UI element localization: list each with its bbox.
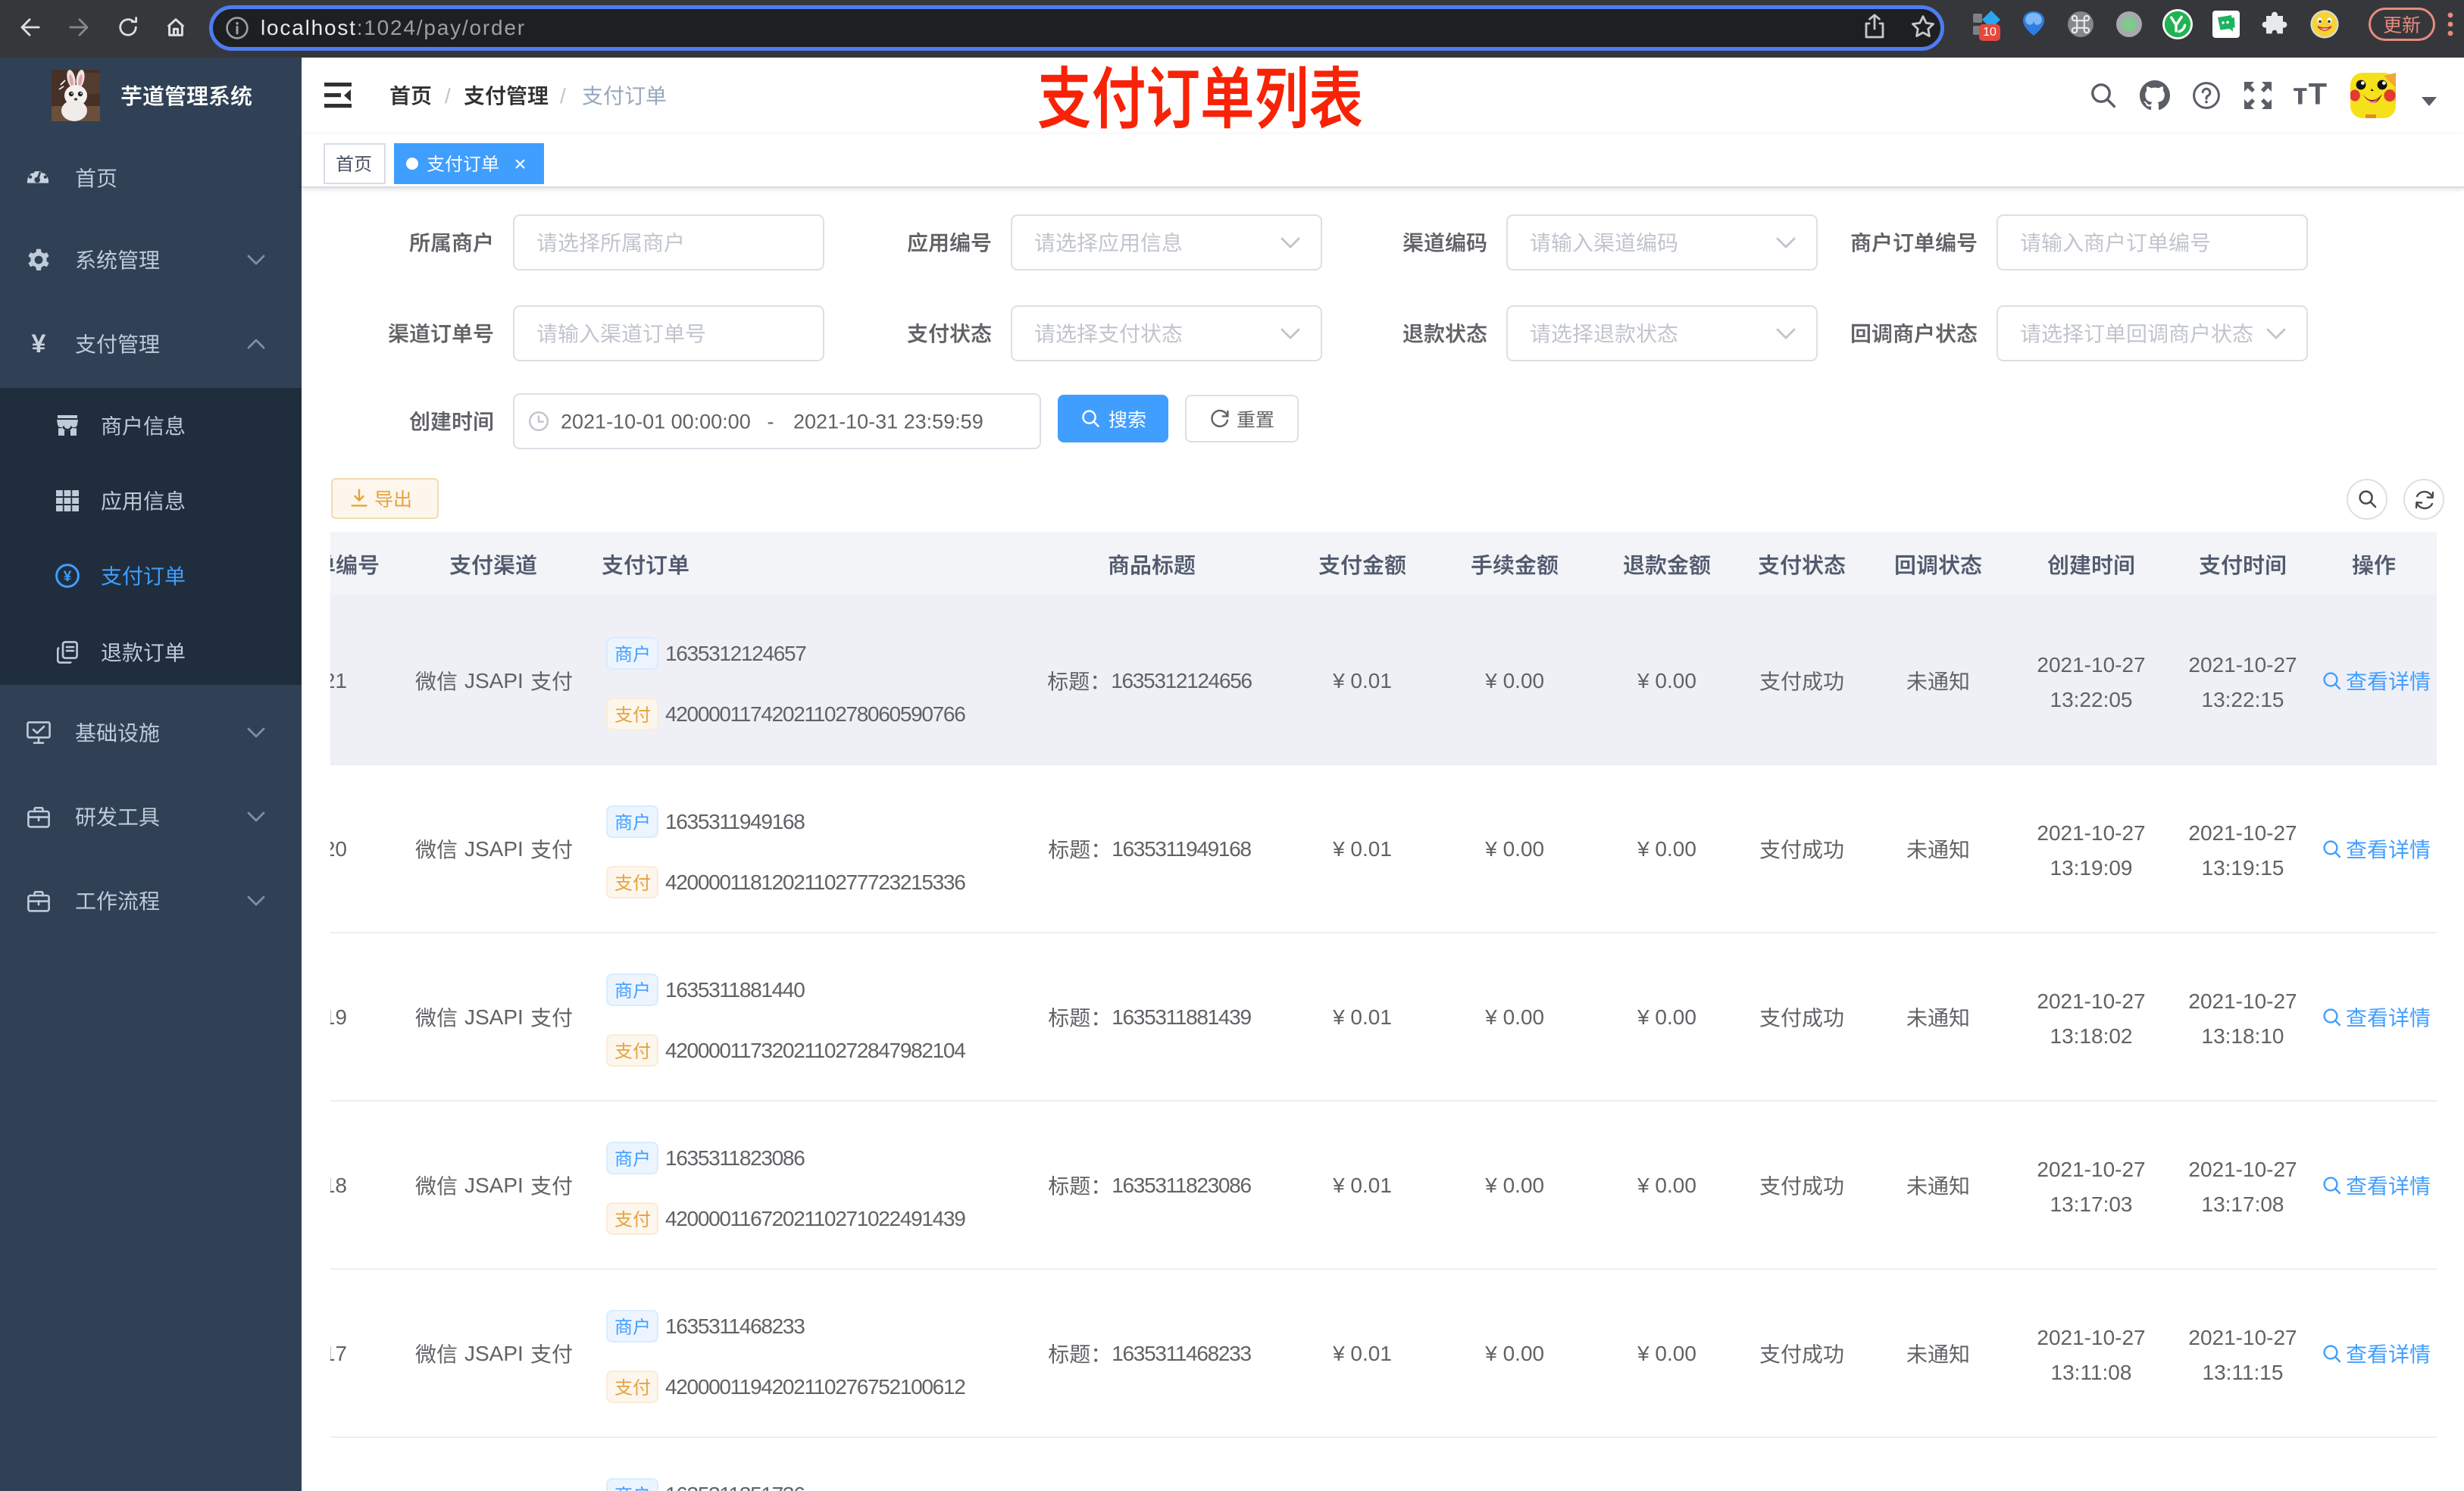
svg-text:¥: ¥ (64, 569, 72, 585)
